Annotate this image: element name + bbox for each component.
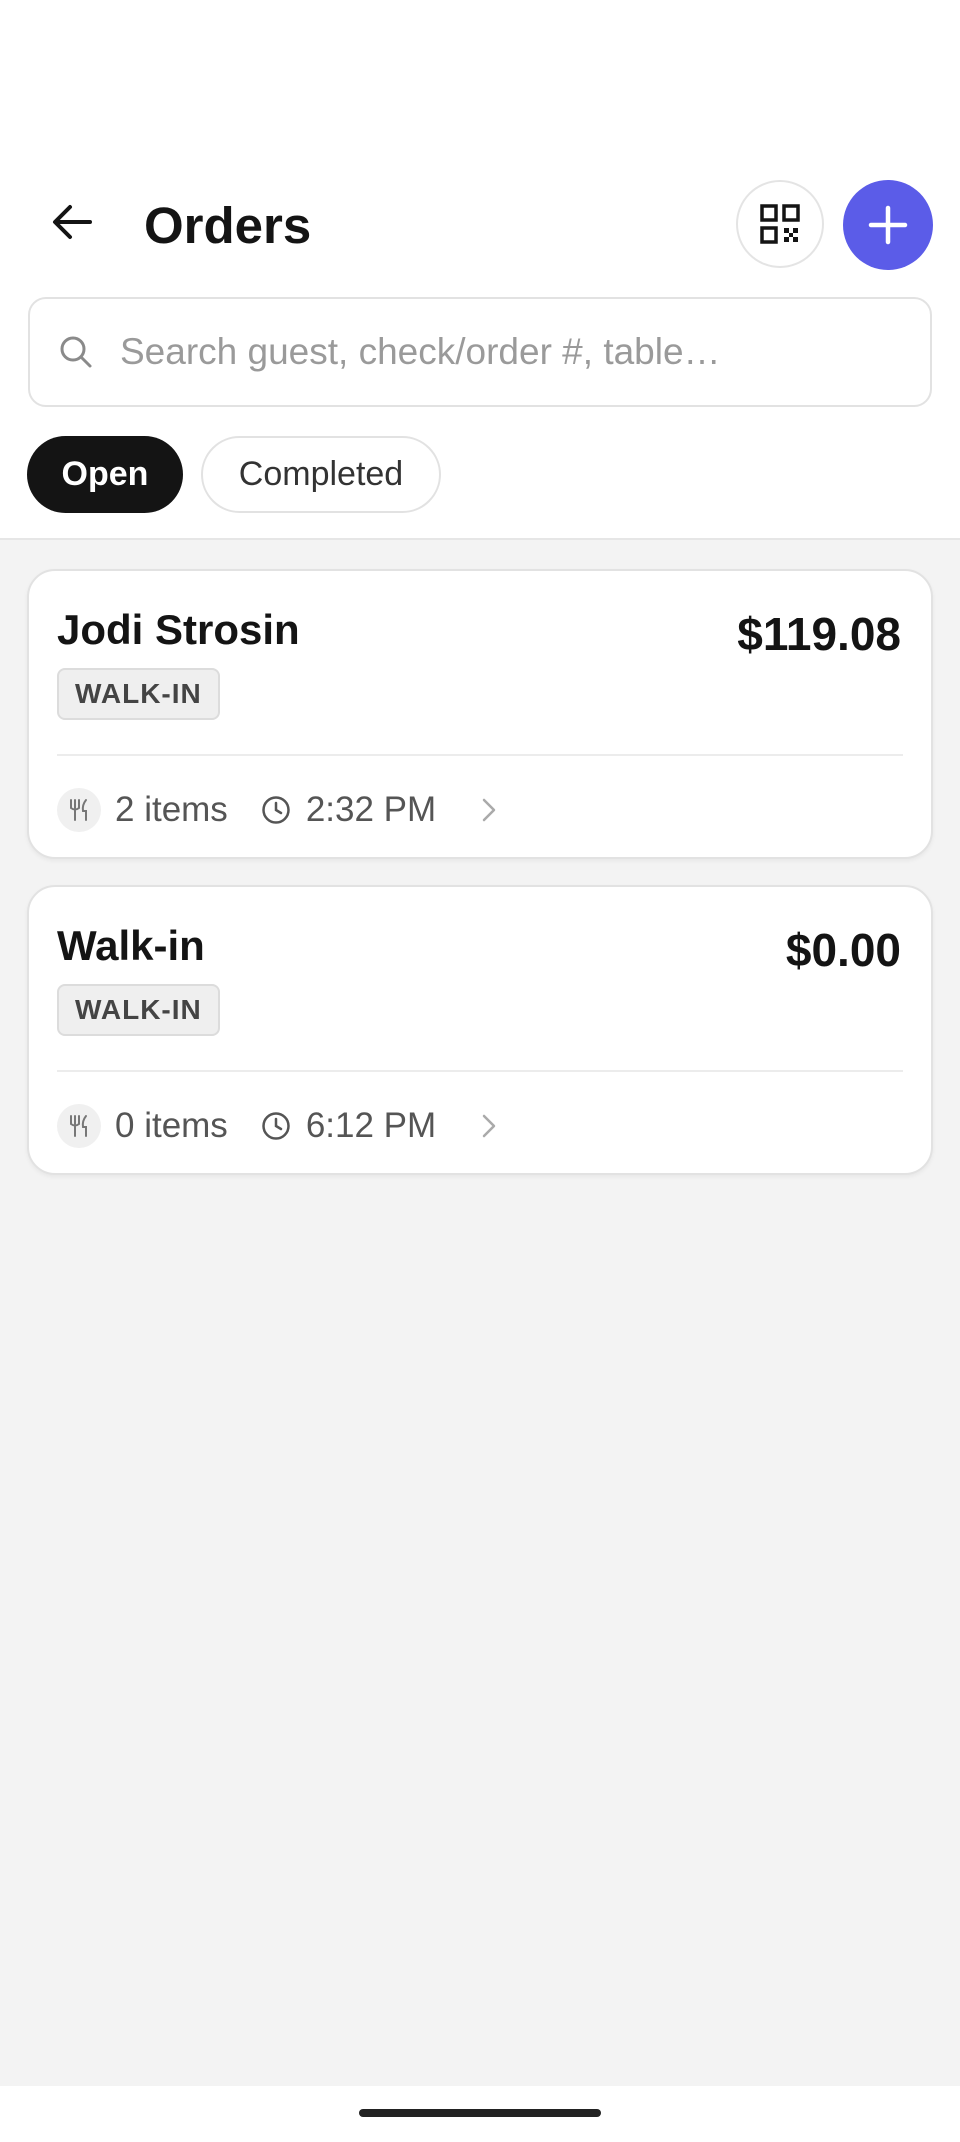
item-count: 0 items (115, 1106, 228, 1145)
qr-code-icon (760, 204, 800, 244)
order-meta: 0 items 6:12 PM (57, 1103, 502, 1149)
order-amount: $119.08 (737, 608, 901, 660)
utensils-icon (57, 1104, 101, 1148)
home-indicator[interactable] (359, 2109, 601, 2117)
card-divider (57, 754, 903, 756)
order-type-badge: WALK-IN (57, 984, 220, 1036)
order-amount: $0.00 (785, 924, 901, 976)
item-count: 2 items (115, 790, 228, 829)
qr-scan-button[interactable] (736, 180, 824, 268)
back-button[interactable] (40, 190, 104, 254)
order-time: 6:12 PM (305, 1106, 437, 1145)
order-time: 2:32 PM (305, 790, 437, 829)
search-input[interactable] (120, 331, 900, 373)
add-order-button[interactable] (843, 180, 933, 270)
utensils-icon (57, 788, 101, 832)
filter-completed-chip[interactable]: Completed (201, 436, 441, 513)
search-icon (56, 332, 96, 372)
header-area: Orders Open Completed (0, 0, 960, 540)
order-card[interactable]: Walk-in $0.00 WALK-IN 0 items 6:12 PM (27, 885, 933, 1175)
search-bar[interactable] (28, 297, 932, 407)
order-type-badge: WALK-IN (57, 668, 220, 720)
chevron-right-icon (476, 1111, 502, 1141)
card-divider (57, 1070, 903, 1072)
order-card[interactable]: Jodi Strosin $119.08 WALK-IN 2 items 2:3… (27, 569, 933, 859)
page-title: Orders (144, 197, 312, 254)
guest-name: Jodi Strosin (57, 606, 300, 653)
clock-icon (260, 794, 292, 826)
filter-open-chip[interactable]: Open (27, 436, 183, 513)
guest-name: Walk-in (57, 922, 205, 969)
order-meta: 2 items 2:32 PM (57, 787, 502, 833)
arrow-left-icon (53, 205, 92, 239)
plus-icon (868, 205, 908, 245)
chevron-right-icon (476, 795, 502, 825)
clock-icon (260, 1110, 292, 1142)
